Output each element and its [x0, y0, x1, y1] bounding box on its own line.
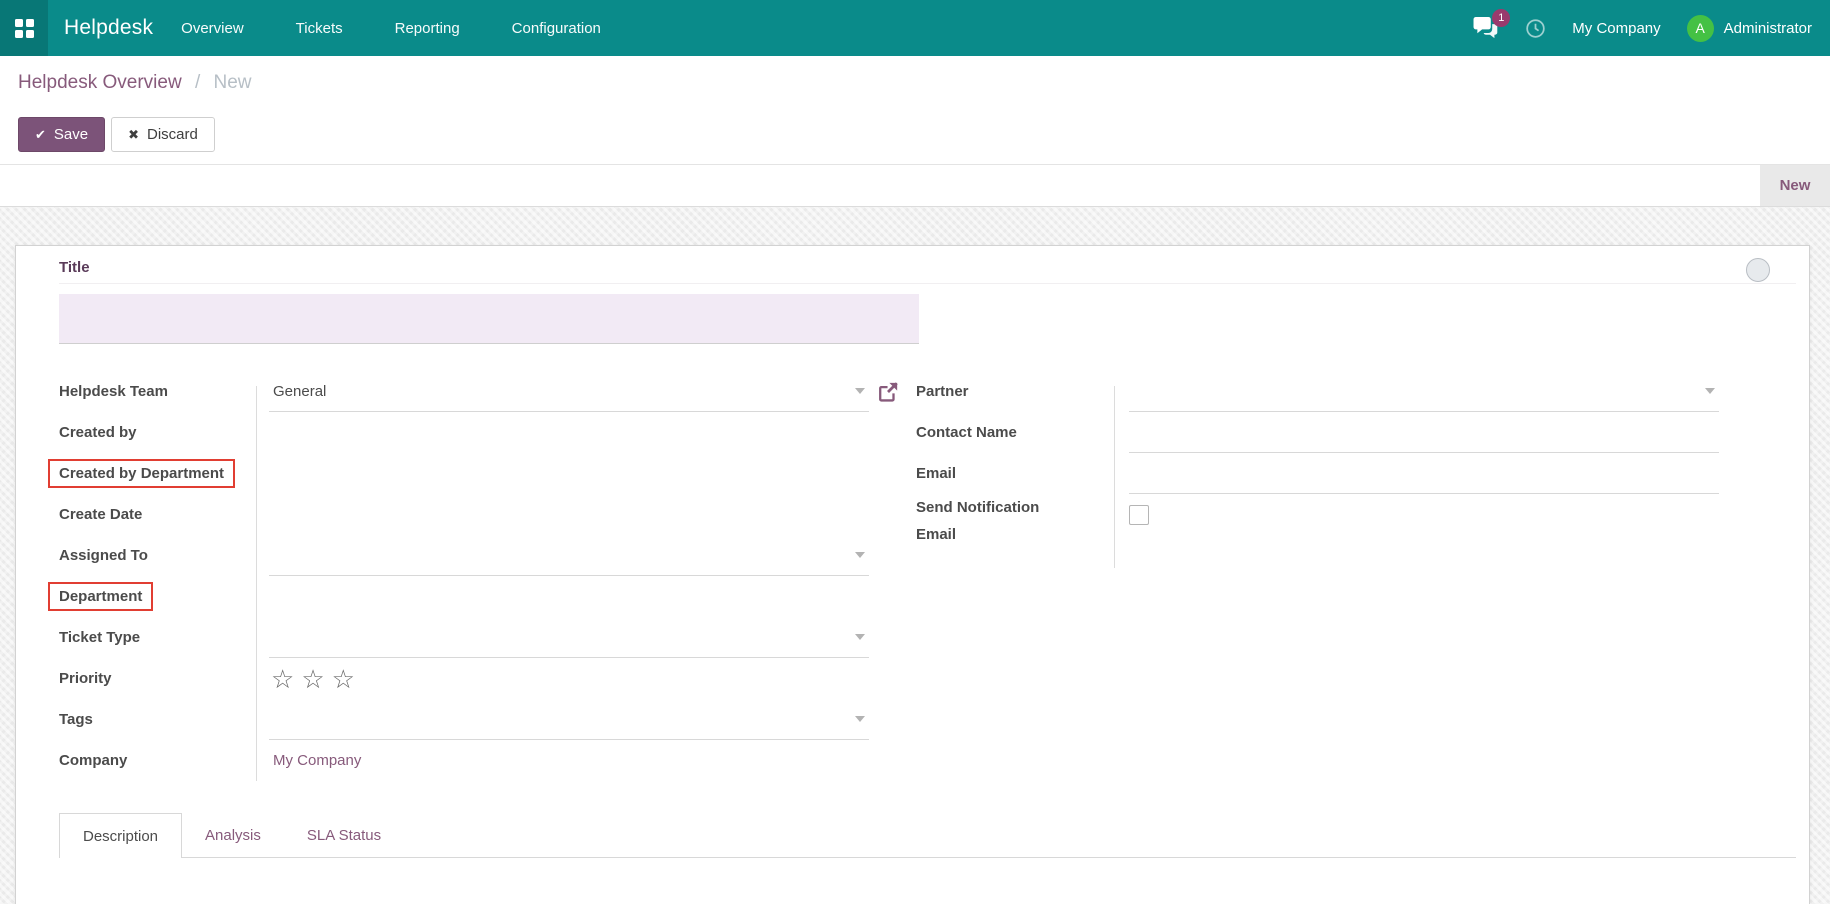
tab-analysis[interactable]: Analysis [182, 813, 284, 857]
ticket-type-label: Ticket Type [59, 629, 269, 646]
ticket-type-input[interactable] [269, 617, 869, 658]
menu-item-configuration[interactable]: Configuration [510, 14, 603, 43]
assigned-to-input[interactable] [269, 535, 869, 576]
chevron-down-icon[interactable] [1705, 388, 1715, 394]
create-date-label: Create Date [59, 506, 269, 523]
created-by-department-value[interactable] [269, 453, 869, 494]
title-divider [59, 283, 1796, 284]
star-icon[interactable]: ☆ [332, 666, 355, 692]
field-row-created-by-department: Created by Department [59, 453, 899, 494]
kanban-state-indicator[interactable] [1746, 258, 1770, 282]
contact-name-label: Contact Name [916, 419, 1129, 446]
create-date-value[interactable] [269, 494, 869, 535]
menu-item-overview[interactable]: Overview [179, 14, 246, 43]
field-row-partner: Partner [916, 371, 1719, 412]
field-row-assigned-to: Assigned To [59, 535, 899, 576]
check-icon: ✔ [35, 127, 46, 143]
avatar: A [1687, 15, 1714, 42]
form-sheet: Title Helpdesk Team General [15, 245, 1810, 904]
assigned-to-label: Assigned To [59, 547, 269, 564]
title-field-label: Title [59, 259, 90, 276]
company-value-link[interactable]: My Company [269, 752, 361, 769]
app-title[interactable]: Helpdesk [64, 16, 153, 40]
user-menu[interactable]: A Administrator [1687, 15, 1812, 42]
department-highlight: Department [48, 582, 153, 611]
messages-count-badge: 1 [1492, 9, 1510, 27]
form-action-buttons: ✔ Save ✖ Discard [0, 104, 1830, 164]
tab-sla-status[interactable]: SLA Status [284, 813, 404, 857]
field-row-tags: Tags [59, 699, 899, 740]
chevron-down-icon[interactable] [855, 552, 865, 558]
priority-stars: ☆ ☆ ☆ [269, 666, 355, 692]
tags-label: Tags [59, 711, 269, 728]
form-view-background: Title Helpdesk Team General [0, 207, 1830, 904]
field-row-helpdesk-team: Helpdesk Team General [59, 371, 899, 412]
send-notification-email-checkbox[interactable] [1129, 505, 1149, 525]
notebook-tabs: Description Analysis SLA Status [59, 814, 1796, 858]
messages-button[interactable]: 1 [1473, 16, 1499, 40]
discard-button[interactable]: ✖ Discard [111, 117, 215, 152]
chevron-down-icon[interactable] [855, 388, 865, 394]
right-field-group: Partner Contact Name Email [916, 371, 1719, 548]
helpdesk-team-input[interactable]: General [269, 371, 869, 412]
menu-item-tickets[interactable]: Tickets [294, 14, 345, 43]
breadcrumb-current: New [214, 72, 252, 93]
field-row-created-by: Created by [59, 412, 899, 453]
partner-input[interactable] [1129, 371, 1719, 412]
star-icon[interactable]: ☆ [271, 666, 294, 692]
contact-name-input[interactable] [1129, 412, 1719, 453]
email-label: Email [916, 460, 1129, 487]
department-value[interactable] [269, 576, 869, 617]
field-row-create-date: Create Date [59, 494, 899, 535]
apps-menu-button[interactable] [0, 0, 48, 56]
field-row-ticket-type: Ticket Type [59, 617, 899, 658]
helpdesk-team-value: General [269, 383, 326, 400]
user-name: Administrator [1724, 20, 1812, 37]
field-row-priority: Priority ☆ ☆ ☆ [59, 658, 899, 699]
menu-item-reporting[interactable]: Reporting [393, 14, 462, 43]
field-row-send-notification-email: Send Notification Email [916, 494, 1719, 548]
chevron-down-icon[interactable] [855, 716, 865, 722]
form-statusbar: New [0, 164, 1830, 207]
topbar-right-group: 1 My Company A Administrator [1473, 15, 1830, 42]
field-row-department: Department [59, 576, 899, 617]
star-icon[interactable]: ☆ [301, 666, 324, 692]
send-notification-email-label: Send Notification Email [916, 494, 1129, 548]
stage-new-button[interactable]: New [1760, 165, 1830, 206]
top-navbar: Helpdesk Overview Tickets Reporting Conf… [0, 0, 1830, 56]
title-input[interactable] [59, 294, 919, 344]
clock-icon [1525, 18, 1546, 39]
discard-button-label: Discard [147, 126, 198, 143]
created-by-label: Created by [59, 424, 269, 441]
top-menu: Overview Tickets Reporting Configuration [179, 14, 603, 43]
email-input[interactable] [1129, 453, 1719, 494]
field-row-contact-name: Contact Name [916, 412, 1719, 453]
save-button-label: Save [54, 126, 88, 143]
helpdesk-team-label: Helpdesk Team [59, 383, 269, 400]
department-label-cell: Department [59, 582, 269, 611]
apps-grid-icon [15, 19, 34, 38]
priority-label: Priority [59, 670, 269, 687]
left-field-group: Helpdesk Team General [59, 371, 899, 781]
chevron-down-icon[interactable] [855, 634, 865, 640]
created-by-department-label-cell: Created by Department [59, 459, 269, 488]
activities-button[interactable] [1525, 18, 1546, 39]
breadcrumb: Helpdesk Overview / New [0, 56, 1830, 104]
field-row-email: Email [916, 453, 1719, 494]
breadcrumb-separator: / [195, 72, 200, 93]
cross-icon: ✖ [128, 127, 139, 143]
field-row-company: Company My Company [59, 740, 899, 781]
tags-input[interactable] [269, 699, 869, 740]
created-by-value[interactable] [269, 412, 869, 453]
company-label: Company [59, 752, 269, 769]
save-button[interactable]: ✔ Save [18, 117, 105, 152]
partner-label: Partner [916, 378, 1129, 405]
created-by-department-highlight: Created by Department [48, 459, 235, 488]
external-link-icon[interactable] [877, 381, 899, 403]
tab-description[interactable]: Description [59, 813, 182, 858]
breadcrumb-parent-link[interactable]: Helpdesk Overview [18, 72, 182, 93]
company-switcher[interactable]: My Company [1572, 20, 1660, 37]
